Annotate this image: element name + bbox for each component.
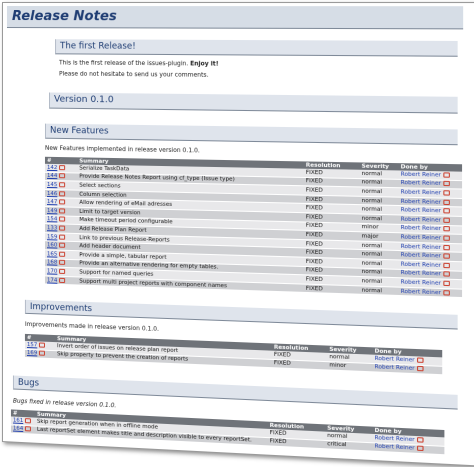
page-title: Release Notes [6,6,464,30]
person-link[interactable]: Robert Reiner [375,365,415,373]
bugs-intro: Bugs fixed in release version 0.1.0. [12,398,117,410]
mail-icon[interactable] [443,289,450,296]
issue-link[interactable]: 165 [47,251,57,257]
new-features-table: # Summary Resolution Severity Done by 14… [44,156,463,299]
improvements-intro: Improvements made in release version 0.1… [24,321,159,333]
mail-icon[interactable] [443,262,450,268]
external-link-icon[interactable] [25,417,32,424]
issue-link[interactable]: 144 [47,173,57,179]
person-link[interactable]: Robert Reiner [375,444,415,452]
resolution-cell: FIXED [267,437,326,449]
person-link[interactable]: Robert Reiner [401,207,441,214]
person-link[interactable]: Robert Reiner [375,356,415,364]
mail-icon[interactable] [416,436,424,443]
person-link[interactable]: Robert Reiner [401,189,441,196]
done-by-cell: Robert Reiner [398,286,463,298]
mail-icon[interactable] [443,217,450,223]
external-link-icon[interactable] [59,216,66,222]
mail-icon[interactable] [443,172,450,178]
first-release-text: This is the first release of the issues-… [59,60,189,68]
person-link[interactable]: Robert Reiner [401,225,441,232]
issue-link[interactable]: 145 [47,182,57,188]
mail-icon[interactable] [416,366,424,372]
issue-link[interactable]: 146 [47,191,57,197]
external-link-icon[interactable] [59,225,66,231]
mail-icon[interactable] [443,235,450,241]
new-features-intro: New Features implemented in release vers… [44,145,200,155]
person-link[interactable]: Robert Reiner [401,252,441,259]
external-link-icon[interactable] [59,234,66,240]
person-link[interactable]: Robert Reiner [401,198,441,205]
issue-link[interactable]: 170 [47,268,57,274]
external-link-icon[interactable] [39,342,46,348]
external-link-icon[interactable] [59,190,66,197]
mail-icon[interactable] [443,181,450,187]
issue-link[interactable]: 159 [47,234,57,240]
issue-link[interactable]: 174 [47,277,57,283]
external-link-icon[interactable] [59,208,66,214]
mail-icon[interactable] [416,445,424,452]
issue-id-cell: 174 [44,275,78,286]
resolution-cell: FIXED [303,283,360,295]
issue-link[interactable]: 154 [47,216,57,222]
issue-id-cell: 164 [10,424,35,435]
person-link[interactable]: Robert Reiner [401,243,441,250]
external-link-icon[interactable] [25,426,32,432]
issue-link[interactable]: 149 [47,208,57,214]
mail-icon[interactable] [443,244,450,250]
version-heading: Version 0.1.0 [48,92,458,114]
release-notes-document: Release Notes The first Release! This is… [2,2,474,467]
severity-column-header: Severity [359,162,399,171]
mail-icon[interactable] [416,357,424,363]
issue-link[interactable]: 142 [47,165,57,171]
mail-icon[interactable] [443,199,450,205]
person-link[interactable]: Robert Reiner [401,216,441,223]
person-link[interactable]: Robert Reiner [401,270,441,278]
external-link-icon[interactable] [59,268,66,274]
first-release-emphasis: Enjoy it! [190,61,219,68]
person-link[interactable]: Robert Reiner [401,234,441,241]
improvements-table: # Summary Resolution Severity Done by 15… [24,333,443,376]
person-link[interactable]: Robert Reiner [401,261,441,268]
done-by-cell: Robert Reiner [372,363,443,375]
issue-link[interactable]: 160 [47,242,57,248]
severity-cell: critical [325,440,373,452]
person-link[interactable]: Robert Reiner [401,288,441,296]
mail-icon[interactable] [443,208,450,214]
issue-id-cell: 169 [24,349,56,359]
severity-cell: normal [359,285,399,296]
external-link-icon[interactable] [59,199,66,205]
external-link-icon[interactable] [59,277,66,283]
new-features-heading: New Features [44,123,458,146]
issue-link[interactable]: 164 [13,426,23,433]
issue-link[interactable]: 161 [13,417,23,424]
issue-link[interactable]: 157 [27,342,37,348]
person-link[interactable]: Robert Reiner [401,180,441,187]
issue-link[interactable]: 133 [47,225,57,231]
person-link[interactable]: Robert Reiner [401,171,441,178]
person-link[interactable]: Robert Reiner [401,279,441,287]
first-release-heading: The first Release! [55,39,458,57]
external-link-icon[interactable] [59,173,66,179]
external-link-icon[interactable] [59,260,66,266]
external-link-icon[interactable] [59,182,66,188]
first-release-line: This is the first release of the issues-… [59,60,218,67]
resolution-cell: FIXED [271,358,328,371]
mail-icon[interactable] [443,253,450,259]
external-link-icon[interactable] [59,251,66,257]
mail-icon[interactable] [443,190,450,196]
mail-icon[interactable] [443,226,450,232]
comments-invitation: Please do not hesitate to send us your c… [59,71,209,79]
issue-link[interactable]: 147 [47,199,57,205]
external-link-icon[interactable] [39,350,46,357]
issue-link[interactable]: 169 [27,350,37,356]
mail-icon[interactable] [443,271,450,277]
severity-cell: minor [327,361,373,373]
mail-icon[interactable] [443,280,450,287]
issue-link[interactable]: 168 [47,260,57,266]
external-link-icon[interactable] [59,164,66,171]
bugs-table: # Summary Resolution Severity Done by 16… [10,409,445,455]
external-link-icon[interactable] [59,242,66,248]
